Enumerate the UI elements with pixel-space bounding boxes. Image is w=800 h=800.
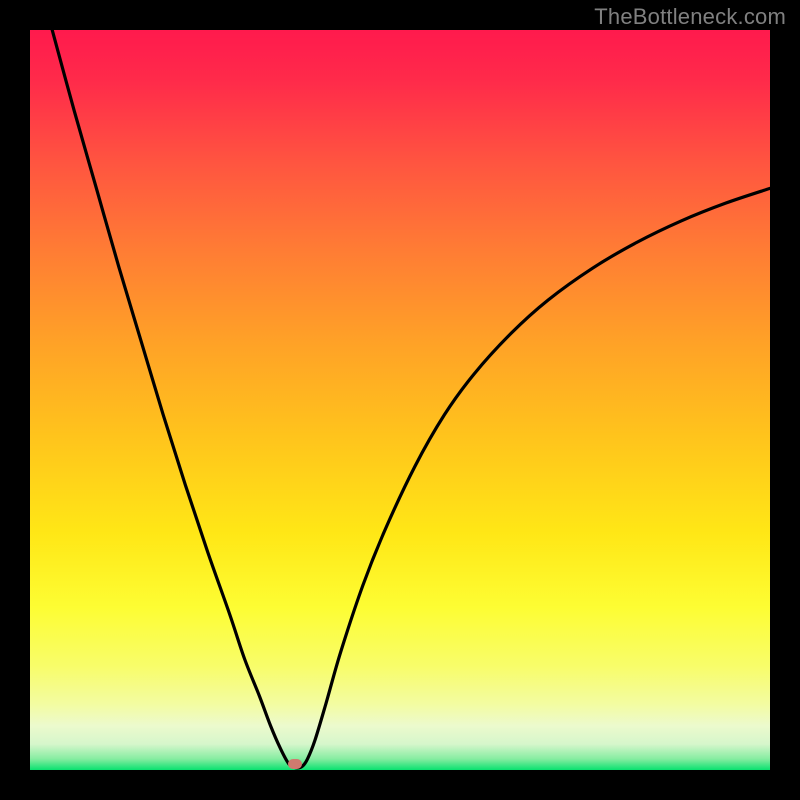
chart-frame: TheBottleneck.com (0, 0, 800, 800)
watermark-text: TheBottleneck.com (594, 4, 786, 30)
optimal-point-marker (288, 759, 302, 769)
bottleneck-curve (30, 30, 770, 770)
plot-area (30, 30, 770, 770)
